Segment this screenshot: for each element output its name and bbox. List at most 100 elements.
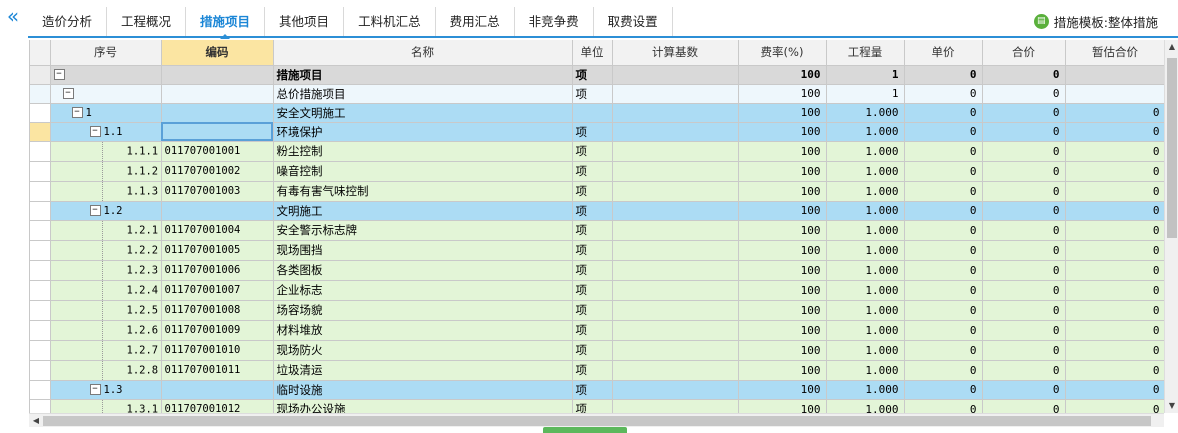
row-quantity[interactable]: 1.000 [826,220,905,241]
row-name[interactable]: 垃圾清运 [273,360,573,381]
row-quantity[interactable]: 1 [826,65,905,85]
row-rate[interactable]: 100 [738,65,827,85]
collapse-panel-icon[interactable]: « [4,6,22,28]
row-unit-price[interactable]: 0 [904,122,983,142]
row-quantity[interactable]: 1.000 [826,280,905,301]
row-name[interactable]: 现场办公设施 [273,399,573,413]
collapse-node-icon[interactable]: − [53,69,65,80]
row-calc-base[interactable] [612,399,739,413]
row-calc-base[interactable] [612,380,739,400]
collapse-node-icon[interactable]: − [62,88,74,99]
table-row[interactable]: 1.2.7 011707001010 现场防火项 100 1.000 0 0 0 [30,340,1164,361]
row-unit-price[interactable]: 0 [904,380,983,400]
row-unit-price[interactable]: 0 [904,201,983,221]
row-calc-base[interactable] [612,240,739,261]
row-selector[interactable] [30,320,51,341]
row-quantity[interactable]: 1.000 [826,240,905,261]
table-row[interactable]: −1.3 临时设施项 100 1.000 0 0 0 [30,380,1164,400]
row-quantity[interactable]: 1 [826,84,905,104]
row-rate[interactable]: 100 [738,280,827,301]
row-name[interactable]: 材料堆放 [273,320,573,341]
row-name[interactable]: 环境保护 [273,122,573,142]
tab-1[interactable]: 工程概况 [107,7,187,36]
table-row[interactable]: 1.2.1 011707001004 安全警示标志牌项 100 1.000 0 0 0 [30,220,1164,241]
row-unit-price[interactable]: 0 [904,280,983,301]
column-header[interactable]: 计算基数 [612,40,739,66]
row-rate[interactable]: 100 [738,161,827,182]
row-unit[interactable]: 项 [572,399,613,413]
row-selector[interactable] [30,103,51,123]
row-unit[interactable]: 项 [572,161,613,182]
row-selector[interactable] [30,141,51,162]
table-row[interactable]: −1.2 文明施工项 100 1.000 0 0 0 [30,201,1164,221]
table-row[interactable]: 1.2.2 011707001005 现场围挡项 100 1.000 0 0 0 [30,240,1164,261]
row-code[interactable] [161,201,274,221]
row-selector[interactable] [30,260,51,281]
row-selector[interactable] [30,181,51,202]
row-name[interactable]: 企业标志 [273,280,573,301]
row-unit[interactable]: 项 [572,65,613,85]
row-calc-base[interactable] [612,122,739,142]
vertical-scroll-thumb[interactable] [1167,58,1177,238]
row-unit-price[interactable]: 0 [904,220,983,241]
table-row[interactable]: 1.2.6 011707001009 材料堆放项 100 1.000 0 0 0 [30,320,1164,341]
row-quantity[interactable]: 1.000 [826,181,905,202]
measure-template-button[interactable]: ▤ 措施模板:整体措施 [1033,11,1158,31]
row-name[interactable]: 粉尘控制 [273,141,573,162]
row-unit-price[interactable]: 0 [904,141,983,162]
tab-5[interactable]: 费用汇总 [436,7,515,36]
row-selector[interactable] [30,300,51,321]
table-row[interactable]: 1.1.3 011707001003 有毒有害气味控制项 100 1.000 0 0 0 [30,181,1164,202]
row-rate[interactable]: 100 [738,300,827,321]
row-name[interactable]: 场容场貌 [273,300,573,321]
row-code[interactable] [161,122,274,142]
row-name[interactable]: 安全警示标志牌 [273,220,573,241]
collapse-node-icon[interactable]: − [89,384,101,395]
row-quantity[interactable]: 1.000 [826,141,905,162]
row-unit[interactable]: 项 [572,320,613,341]
row-unit[interactable]: 项 [572,181,613,202]
row-quantity[interactable]: 1.000 [826,399,905,413]
row-quantity[interactable]: 1.000 [826,360,905,381]
row-unit[interactable]: 项 [572,141,613,162]
row-selector[interactable] [30,220,51,241]
row-unit[interactable]: 项 [572,260,613,281]
table-row[interactable]: 1.2.4 011707001007 企业标志项 100 1.000 0 0 0 [30,280,1164,301]
row-quantity[interactable]: 1.000 [826,320,905,341]
row-quantity[interactable]: 1.000 [826,103,905,123]
row-name[interactable]: 噪音控制 [273,161,573,182]
row-unit[interactable]: 项 [572,300,613,321]
row-unit-price[interactable]: 0 [904,103,983,123]
column-header[interactable]: 单位 [572,40,613,66]
row-rate[interactable]: 100 [738,181,827,202]
row-calc-base[interactable] [612,280,739,301]
row-calc-base[interactable] [612,65,739,85]
row-unit-price[interactable]: 0 [904,181,983,202]
row-rate[interactable]: 100 [738,103,827,123]
vertical-scrollbar[interactable]: ▲ ▼ [1164,40,1178,413]
row-unit-price[interactable]: 0 [904,300,983,321]
row-selector[interactable] [30,399,51,413]
row-rate[interactable]: 100 [738,399,827,413]
row-unit[interactable] [572,103,613,123]
row-rate[interactable]: 100 [738,340,827,361]
row-selector[interactable] [30,84,51,104]
row-calc-base[interactable] [612,320,739,341]
row-unit-price[interactable]: 0 [904,84,983,104]
row-quantity[interactable]: 1.000 [826,340,905,361]
column-header[interactable]: 编码 [161,40,274,66]
row-unit[interactable]: 项 [572,380,613,400]
row-code[interactable]: 011707001001 [161,141,274,162]
row-calc-base[interactable] [612,201,739,221]
row-quantity[interactable]: 1.000 [826,260,905,281]
row-unit-price[interactable]: 0 [904,399,983,413]
column-header[interactable]: 工程量 [826,40,905,66]
row-code[interactable]: 011707001003 [161,181,274,202]
table-row[interactable]: 1.2.8 011707001011 垃圾清运项 100 1.000 0 0 0 [30,360,1164,381]
row-selector[interactable] [30,280,51,301]
row-rate[interactable]: 100 [738,240,827,261]
row-unit-price[interactable]: 0 [904,161,983,182]
row-unit[interactable]: 项 [572,201,613,221]
header-select-cell[interactable] [30,40,51,66]
row-code[interactable] [161,84,274,104]
